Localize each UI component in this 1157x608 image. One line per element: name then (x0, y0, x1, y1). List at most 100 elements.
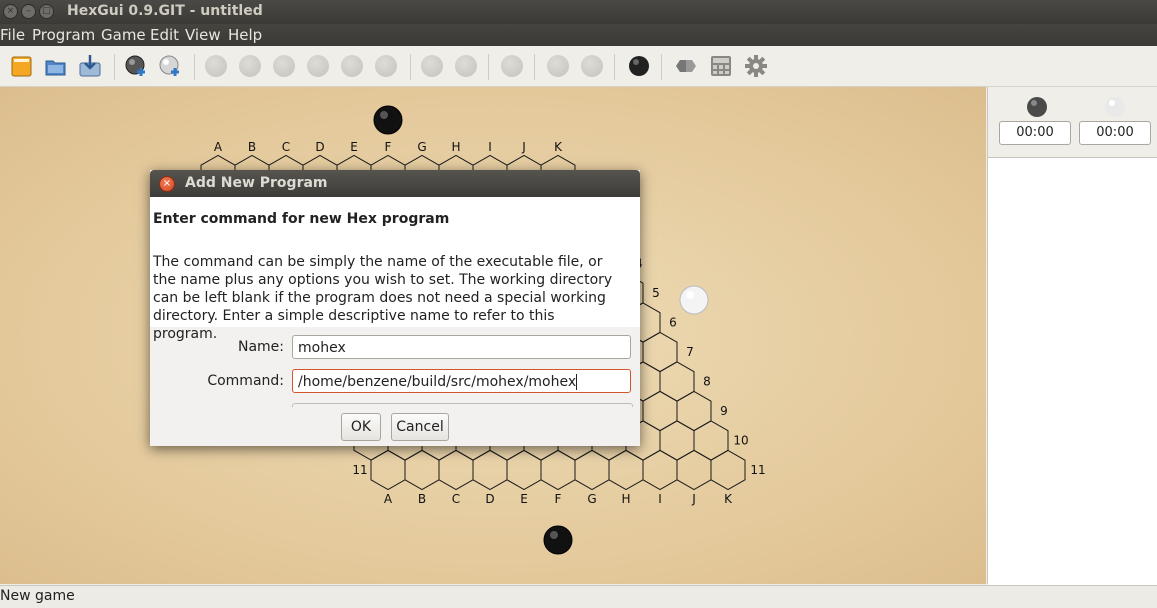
row-label: 5 (652, 286, 660, 300)
column-label: F (385, 140, 392, 154)
title-bar: × – □ HexGui 0.9.GIT - untitled (0, 0, 1157, 24)
dialog-description: The command can be simply the name of th… (153, 254, 613, 342)
comment-area[interactable] (988, 157, 1157, 585)
toolbar-separator (534, 54, 535, 80)
hex-cell[interactable] (438, 449, 474, 491)
toolbar-separator (488, 54, 489, 80)
row-label: 6 (669, 316, 677, 330)
hex-cell[interactable] (404, 449, 440, 491)
dialog-close-icon[interactable]: × (159, 176, 175, 192)
row-label: 9 (720, 404, 728, 418)
interrupt-icon[interactable] (580, 54, 604, 78)
down-icon[interactable] (454, 54, 478, 78)
black-player-stone-icon (1027, 97, 1047, 117)
hex-cell[interactable] (642, 449, 678, 491)
settings-icon[interactable] (744, 54, 768, 78)
hex-cell[interactable] (506, 449, 542, 491)
name-field[interactable]: mohex (292, 335, 631, 359)
undo-icon[interactable] (306, 54, 330, 78)
ok-button[interactable]: OK (341, 413, 381, 441)
name-label: Name: (237, 339, 284, 355)
back-ten-icon[interactable] (238, 54, 262, 78)
minimize-window-icon[interactable]: – (21, 4, 36, 19)
forward-icon[interactable] (340, 54, 364, 78)
menu-file[interactable]: File (0, 26, 25, 44)
calculator-icon[interactable] (709, 54, 733, 78)
column-label: I (658, 492, 662, 506)
column-label: F (555, 492, 562, 506)
up-icon[interactable] (420, 54, 444, 78)
column-label: J (521, 140, 526, 154)
menu-help[interactable]: Help (228, 26, 262, 44)
row-label: 11 (352, 463, 367, 477)
column-label: G (417, 140, 426, 154)
dialog-heading: Enter command for new Hex program (153, 211, 450, 227)
toolbar-separator (114, 54, 115, 80)
working-directory-field[interactable] (292, 403, 633, 407)
maximize-window-icon[interactable]: □ (39, 4, 54, 19)
dialog-message-area: Enter command for new Hex program The co… (150, 197, 640, 342)
command-label: Command: (207, 373, 284, 389)
menu-edit[interactable]: Edit (150, 26, 179, 44)
column-label: E (350, 140, 358, 154)
status-bar: New game (0, 585, 1157, 608)
column-label: D (485, 492, 494, 506)
hex-cell[interactable] (642, 390, 678, 432)
hex-cell[interactable] (608, 449, 644, 491)
add-program-dialog: × Add New Program Enter command for new … (150, 170, 640, 446)
column-label: C (282, 140, 290, 154)
hex-cell[interactable] (693, 420, 729, 461)
command-field[interactable]: /home/benzene/build/src/mohex/mohex (292, 369, 631, 393)
column-label: H (621, 492, 630, 506)
column-label: K (554, 140, 563, 154)
new-icon[interactable] (10, 54, 34, 78)
save-icon[interactable] (78, 54, 102, 78)
close-window-icon[interactable]: × (3, 4, 18, 19)
column-label: B (248, 140, 256, 154)
stop-icon[interactable] (500, 54, 524, 78)
attach-program-icon[interactable] (124, 54, 148, 78)
dialog-title: Add New Program (185, 175, 328, 191)
white-side-stone (679, 285, 709, 315)
hex-cell[interactable] (676, 390, 712, 432)
row-label: 7 (686, 345, 694, 359)
dialog-title-bar[interactable]: × Add New Program (150, 170, 640, 197)
hex-cell[interactable] (472, 449, 508, 491)
column-label: B (418, 492, 426, 506)
add-program-icon[interactable] (158, 54, 182, 78)
row-label: 11 (750, 463, 765, 477)
menu-view[interactable]: View (185, 26, 221, 44)
side-panel: 00:00 00:00 (987, 87, 1157, 585)
hex-cell[interactable] (370, 449, 406, 491)
hex-cell[interactable] (659, 420, 695, 461)
status-text: New game (0, 588, 75, 604)
menu-program[interactable]: Program (32, 26, 95, 44)
back-icon[interactable] (272, 54, 296, 78)
black-clock: 00:00 (999, 121, 1071, 145)
hex-cell[interactable] (676, 449, 712, 491)
column-label: A (214, 140, 223, 154)
swap-icon[interactable] (674, 54, 698, 78)
menu-game[interactable]: Game (101, 26, 146, 44)
column-label: E (520, 492, 528, 506)
cancel-button[interactable]: Cancel (391, 413, 449, 441)
row-label: 10 (733, 434, 748, 448)
column-label: C (452, 492, 460, 506)
hex-cell[interactable] (659, 361, 695, 402)
toolbar-separator (661, 54, 662, 80)
play-icon[interactable] (546, 54, 570, 78)
forward-ten-icon[interactable] (374, 54, 398, 78)
column-label: G (587, 492, 596, 506)
column-label: H (451, 140, 460, 154)
white-player-stone-icon (1105, 97, 1125, 117)
column-label: D (315, 140, 324, 154)
toolbar-separator (614, 54, 615, 80)
hex-cell[interactable] (642, 331, 678, 373)
open-icon[interactable] (44, 54, 68, 78)
first-move-icon[interactable] (204, 54, 228, 78)
black-stone-icon[interactable] (627, 54, 651, 78)
hex-cell[interactable] (540, 449, 576, 491)
hex-cell[interactable] (710, 449, 746, 491)
menu-bar: File Program Game Edit View Help (0, 24, 1157, 46)
hex-cell[interactable] (574, 449, 610, 491)
